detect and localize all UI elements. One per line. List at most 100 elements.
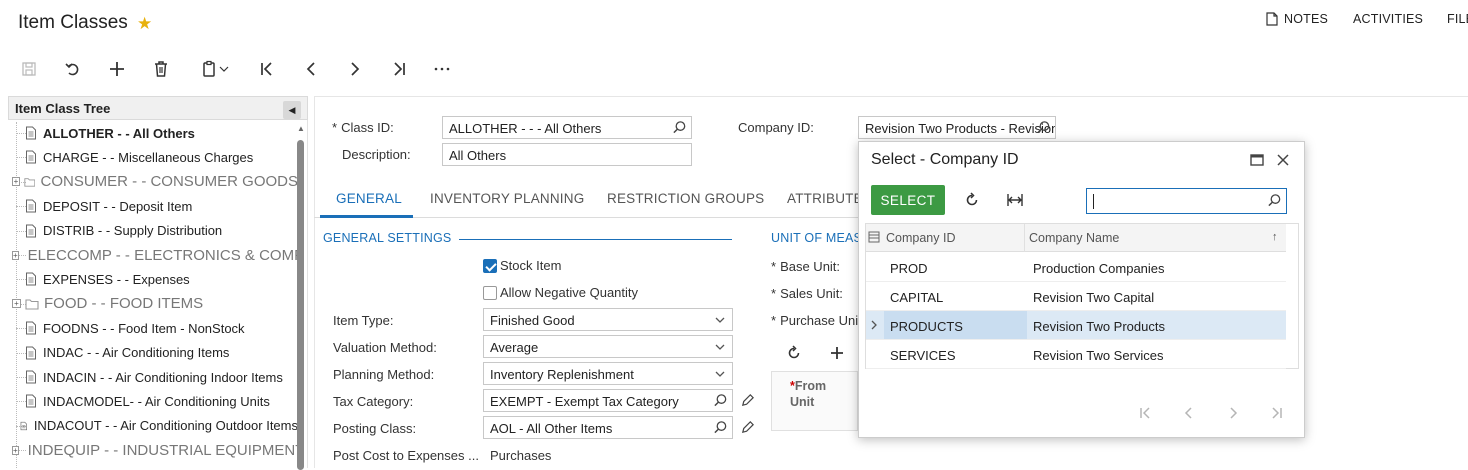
expand-icon[interactable]: + — [12, 177, 20, 187]
search-icon[interactable] — [1036, 120, 1051, 135]
table-row[interactable]: SERVICES Revision Two Services — [866, 340, 1286, 369]
search-icon[interactable] — [1267, 193, 1282, 208]
tree-item[interactable]: + INDEQUIP - - INDUSTRIAL EQUIPMENT — [12, 440, 298, 460]
next-record-button[interactable] — [343, 58, 367, 80]
column-company-name[interactable]: Company Name — [1029, 231, 1119, 245]
valuation-method-value: Average — [490, 340, 539, 355]
scroll-up-icon[interactable]: ▲ — [297, 124, 305, 136]
add-button[interactable] — [105, 58, 129, 80]
table-row[interactable]: CAPITAL Revision Two Capital — [866, 282, 1286, 311]
stock-item-label: Stock Item — [500, 258, 562, 273]
checkbox-checked-icon — [483, 258, 497, 273]
table-row[interactable]: PRODUCTS Revision Two Products — [866, 311, 1286, 340]
tree-header: Item Class Tree ◀ — [8, 96, 308, 120]
previous-record-button[interactable] — [299, 58, 323, 80]
files-link[interactable]: FILE — [1447, 12, 1468, 26]
tree-item[interactable]: CHARGE - - Miscellaneous Charges — [12, 147, 298, 167]
chevron-down-icon — [715, 344, 725, 350]
plus-icon[interactable] — [829, 345, 845, 361]
tab-general[interactable]: GENERAL — [336, 191, 402, 206]
copy-paste-button[interactable] — [193, 58, 237, 80]
post-cost-value[interactable]: Purchases — [490, 448, 551, 463]
maximize-icon[interactable] — [1250, 153, 1264, 167]
dialog-search-input[interactable] — [1086, 188, 1287, 214]
tree-item[interactable]: DISTRIB - - Supply Distribution — [12, 221, 298, 241]
chevron-left-icon — [1184, 407, 1192, 419]
class-id-field[interactable]: ALLOTHER - - - All Others — [442, 116, 692, 139]
favorite-star-icon[interactable]: ★ — [137, 14, 152, 34]
save-button[interactable] — [17, 58, 41, 80]
undo-button[interactable] — [61, 58, 85, 80]
item-type-select[interactable]: Finished Good — [483, 308, 733, 331]
tax-category-label: Tax Category: — [333, 394, 414, 409]
first-page-button[interactable] — [1135, 404, 1155, 422]
tree-item[interactable]: INDACIN - - Air Conditioning Indoor Item… — [12, 367, 298, 387]
refresh-icon[interactable] — [786, 345, 802, 361]
class-id-value: ALLOTHER - - - All Others — [449, 121, 602, 136]
search-icon[interactable] — [672, 120, 687, 135]
last-record-button[interactable] — [387, 58, 411, 80]
tree-item[interactable]: + CONSUMER - - CONSUMER GOODS — [12, 172, 298, 192]
close-icon[interactable] — [1276, 153, 1290, 167]
clipboard-icon — [203, 60, 215, 77]
search-icon[interactable] — [713, 393, 728, 408]
tab-inventory-planning[interactable]: INVENTORY PLANNING — [430, 191, 584, 206]
tree-item-label: INDEQUIP - - INDUSTRIAL EQUIPMENT — [27, 441, 298, 459]
collapse-tree-button[interactable]: ◀ — [283, 101, 301, 119]
post-cost-label: Post Cost to Expenses ... — [333, 448, 479, 463]
tax-category-value: EXEMPT - Exempt Tax Category — [490, 394, 679, 409]
company-id-value: Revision Two Products - Revision — [865, 121, 1056, 136]
company-id-field[interactable]: Revision Two Products - Revision — [858, 116, 1056, 139]
tree-item[interactable]: INDACMODEL- - Air Conditioning Units — [12, 391, 298, 411]
expand-icon[interactable]: + — [12, 299, 21, 309]
edit-pencil-icon[interactable] — [740, 393, 755, 408]
more-actions-button[interactable] — [430, 58, 454, 80]
next-page-button[interactable] — [1223, 404, 1243, 422]
tree-item[interactable]: INDACOUT - - Air Conditioning Outdoor It… — [12, 416, 298, 436]
last-page-button[interactable] — [1267, 404, 1287, 422]
previous-page-button[interactable] — [1179, 404, 1199, 422]
tree-item-label: INDACMODEL- - Air Conditioning Units — [43, 393, 270, 409]
valuation-method-select[interactable]: Average — [483, 335, 733, 358]
tree-item[interactable]: + ELECCOMP - - ELECTRONICS & COMPONENTS — [12, 245, 298, 265]
tree-item[interactable]: INDAC - - Air Conditioning Items — [12, 343, 298, 363]
purchase-unit-label: * Purchase Unit: — [771, 313, 858, 328]
table-row[interactable]: PROD Production Companies — [866, 253, 1286, 282]
column-config-icon[interactable] — [868, 231, 880, 243]
delete-button[interactable] — [149, 58, 173, 80]
folder-icon — [24, 178, 36, 187]
first-record-button[interactable] — [255, 58, 279, 80]
description-field[interactable]: All Others — [442, 143, 692, 166]
fit-columns-icon[interactable] — [1006, 192, 1024, 208]
tab-attributes[interactable]: ATTRIBUTES — [787, 191, 859, 206]
search-icon[interactable] — [713, 420, 728, 435]
save-icon — [22, 62, 36, 76]
plus-icon — [110, 62, 124, 76]
sort-ascending-icon: ↑ — [1272, 231, 1278, 243]
posting-class-field[interactable]: AOL - All Other Items — [483, 416, 733, 439]
base-unit-label: * Base Unit: — [771, 259, 841, 274]
tax-category-field[interactable]: EXEMPT - Exempt Tax Category — [483, 389, 733, 412]
tree-item[interactable]: + FOOD - - FOOD ITEMS — [12, 294, 298, 314]
refresh-icon[interactable] — [964, 192, 980, 208]
tree-item[interactable]: EXPENSES - - Expenses — [12, 269, 298, 289]
stock-item-checkbox[interactable]: Stock Item — [483, 258, 561, 273]
tree-item-label: INDACIN - - Air Conditioning Indoor Item… — [43, 369, 283, 385]
planning-method-select[interactable]: Inventory Replenishment — [483, 362, 733, 385]
expand-icon[interactable]: + — [12, 250, 19, 260]
allow-negative-checkbox[interactable]: Allow Negative Quantity — [483, 285, 638, 300]
tree-scrollbar[interactable] — [297, 140, 304, 470]
tree-item-label: DISTRIB - - Supply Distribution — [43, 223, 223, 239]
column-company-id[interactable]: Company ID — [886, 231, 955, 245]
tree-item[interactable]: ALLOTHER - - All Others — [12, 123, 298, 143]
select-button[interactable]: SELECT — [871, 185, 945, 215]
page-title: Item Classes — [18, 12, 128, 33]
activities-link[interactable]: ACTIVITIES — [1353, 12, 1423, 26]
edit-pencil-icon[interactable] — [740, 420, 755, 435]
tree-item[interactable]: FOODNS - - Food Item - NonStock — [12, 318, 298, 338]
tree-item[interactable]: DEPOSIT - - Deposit Item — [12, 196, 298, 216]
tab-restriction-groups[interactable]: RESTRICTION GROUPS — [607, 191, 764, 206]
expand-icon[interactable]: + — [12, 445, 19, 455]
chevron-down-icon — [715, 371, 725, 377]
notes-link[interactable]: NOTES — [1266, 12, 1328, 26]
